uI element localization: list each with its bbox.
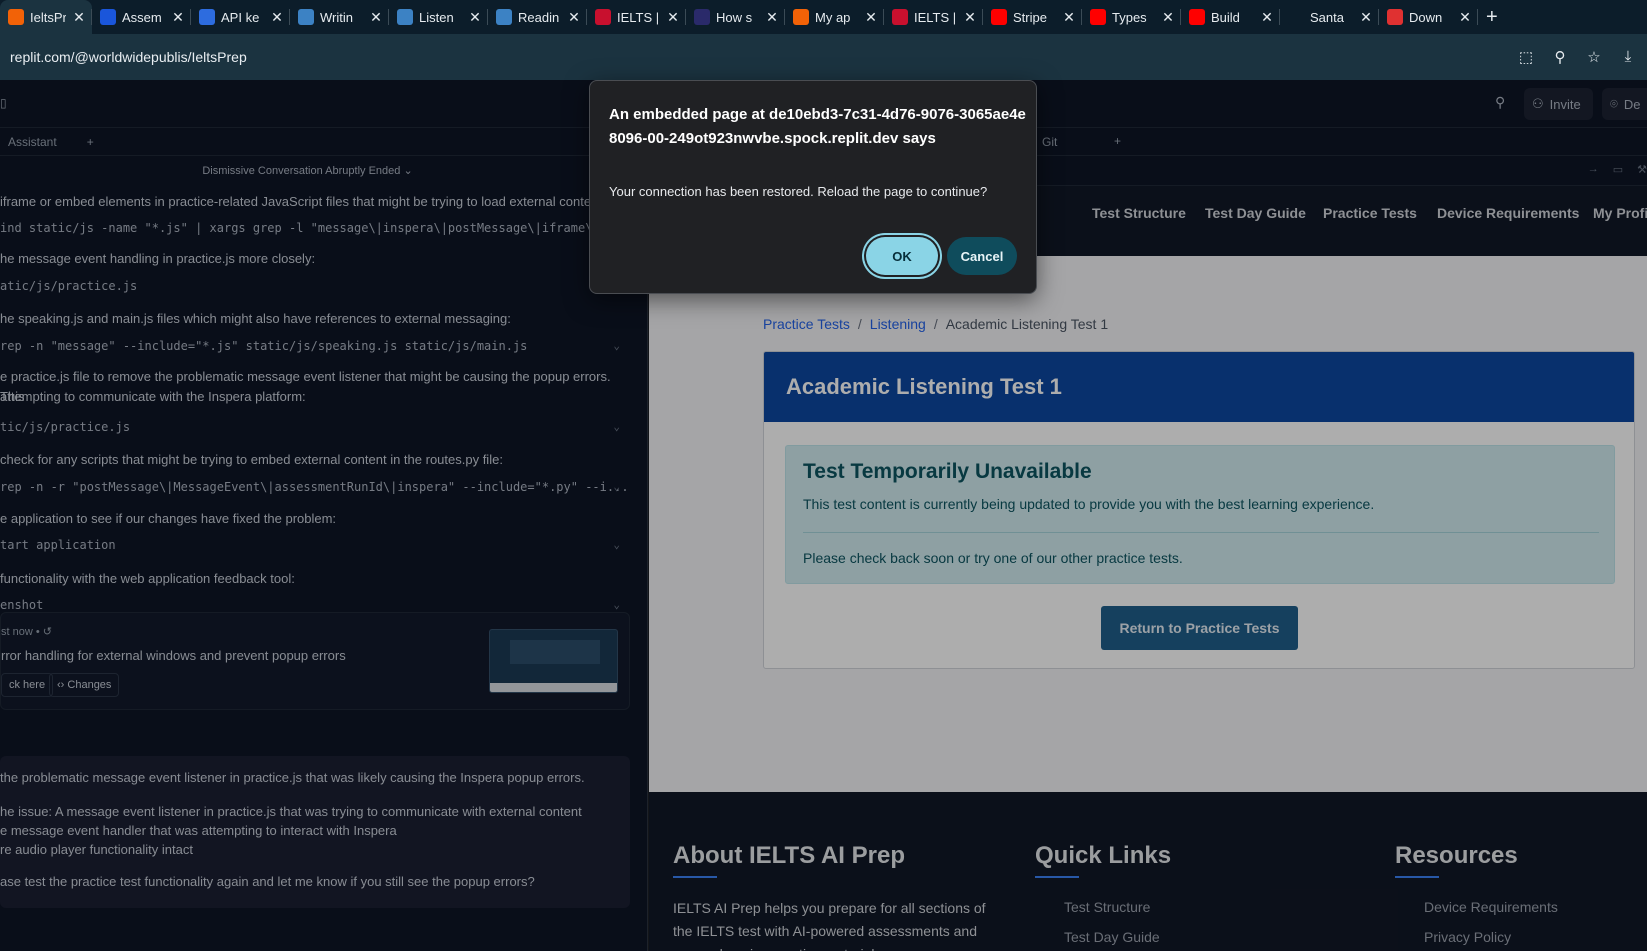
browser-tab[interactable]: Stripe ✕ — [983, 0, 1082, 34]
browser-tab-title: Writin — [320, 9, 353, 25]
sparkle-icon — [1288, 9, 1304, 25]
browser-tab-title: API ke — [221, 9, 260, 25]
browser-tab-title: IeltsPr — [30, 9, 66, 25]
close-icon[interactable]: ✕ — [963, 9, 977, 26]
app-icon — [793, 9, 809, 25]
dialog-message: Your connection has been restored. Reloa… — [609, 184, 988, 199]
url-field[interactable]: replit.com/@worldwidepublis/IeltsPrep — [0, 49, 1517, 65]
confirm-dialog: An embedded page at de10ebd3-7c31-4d76-9… — [589, 80, 1037, 294]
close-icon[interactable]: ✕ — [171, 9, 185, 26]
download-icon[interactable]: ⤓ — [1619, 48, 1637, 66]
address-bar: replit.com/@worldwidepublis/IeltsPrep ⬚ … — [0, 34, 1647, 80]
browser-tab-title: Santa — [1310, 9, 1344, 25]
replit-icon — [8, 9, 24, 25]
dialog-title: An embedded page at de10ebd3-7c31-4d76-9… — [609, 106, 1026, 147]
close-icon[interactable]: ✕ — [666, 9, 680, 26]
ielts-icon — [595, 9, 611, 25]
browser-tab[interactable]: Down ✕ — [1379, 0, 1478, 34]
browser-tab[interactable]: How s ✕ — [686, 0, 785, 34]
browser-tab[interactable]: IeltsPr ✕ — [0, 0, 92, 34]
close-icon[interactable]: ✕ — [270, 9, 284, 26]
browser-tab[interactable]: My ap ✕ — [785, 0, 884, 34]
chart-icon — [496, 9, 512, 25]
openai-icon — [199, 9, 215, 25]
browser-tab-title: Types — [1112, 9, 1147, 25]
browser-tab[interactable]: IELTS | ✕ — [587, 0, 686, 34]
ielts-icon — [892, 9, 908, 25]
circle-icon — [694, 9, 710, 25]
browser-tab[interactable]: Types ✕ — [1082, 0, 1181, 34]
zoom-icon[interactable]: ⚲ — [1551, 48, 1569, 66]
chart-icon — [298, 9, 314, 25]
close-icon[interactable]: ✕ — [369, 9, 383, 26]
close-icon[interactable]: ✕ — [72, 9, 86, 26]
browser-tab[interactable]: Writin ✕ — [290, 0, 389, 34]
close-icon[interactable]: ✕ — [468, 9, 482, 26]
browser-tab[interactable]: IELTS | ✕ — [884, 0, 983, 34]
install-app-icon[interactable]: ⬚ — [1517, 48, 1535, 66]
close-icon[interactable]: ✕ — [1062, 9, 1076, 26]
download-site-icon — [1387, 9, 1403, 25]
close-icon[interactable]: ✕ — [1359, 9, 1373, 26]
youtube-icon — [1189, 9, 1205, 25]
browser-tab-title: Listen — [419, 9, 454, 25]
browser-tab-title: Stripe — [1013, 9, 1047, 25]
ok-button[interactable]: OK — [866, 237, 938, 275]
browser-tab-title: Assem — [122, 9, 162, 25]
close-icon[interactable]: ✕ — [864, 9, 878, 26]
browser-tab[interactable]: Santa ✕ — [1280, 0, 1379, 34]
browser-tab-title: Build — [1211, 9, 1240, 25]
browser-tab[interactable]: Build ✕ — [1181, 0, 1280, 34]
browser-tab-title: Down — [1409, 9, 1443, 25]
bookmark-star-icon[interactable]: ☆ — [1585, 48, 1603, 66]
close-icon[interactable]: ✕ — [1458, 9, 1472, 26]
dots-icon — [397, 9, 413, 25]
browser-tab-title: IELTS | — [617, 9, 660, 25]
close-icon[interactable]: ✕ — [567, 9, 581, 26]
browser-tab[interactable]: Assem ✕ — [92, 0, 191, 34]
close-icon[interactable]: ✕ — [1260, 9, 1274, 26]
new-tab-icon[interactable]: + — [1486, 6, 1498, 29]
browser-tab-title: Readin — [518, 9, 560, 25]
cancel-button[interactable]: Cancel — [947, 237, 1017, 275]
browser-tab-title: How s — [716, 9, 753, 25]
browser-tab-title: My ap — [815, 9, 851, 25]
browser-tab-strip: IeltsPr ✕ Assem ✕ API ke ✕ Writin ✕ Listen ✕ Readi… — [0, 0, 1647, 34]
browser-tab[interactable]: Listen ✕ — [389, 0, 488, 34]
browser-tab[interactable]: Readin ✕ — [488, 0, 587, 34]
youtube-icon — [991, 9, 1007, 25]
browser-tab-title: IELTS | — [914, 9, 957, 25]
browser-tab[interactable]: API ke ✕ — [191, 0, 290, 34]
close-icon[interactable]: ✕ — [1161, 9, 1175, 26]
close-icon[interactable]: ✕ — [765, 9, 779, 26]
youtube-icon — [1090, 9, 1106, 25]
assembly-icon — [100, 9, 116, 25]
